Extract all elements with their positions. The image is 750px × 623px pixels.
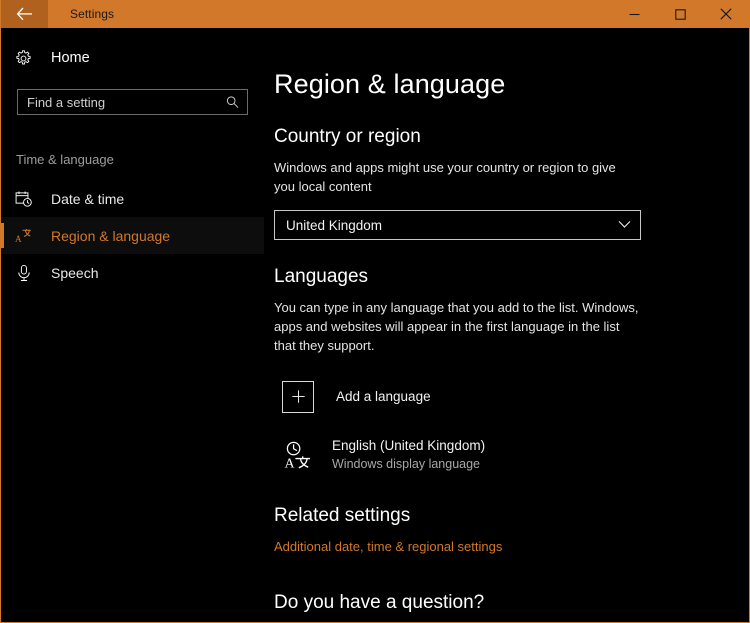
chevron-down-icon — [618, 216, 631, 234]
languages-description: You can type in any language that you ad… — [274, 300, 639, 354]
page-title: Region & language — [274, 69, 506, 99]
main-content: Region & language Country or region Wind… — [264, 28, 749, 622]
close-button[interactable] — [703, 0, 749, 28]
sidebar-group-label: Time & language — [16, 152, 114, 167]
sidebar-item-region-language[interactable]: A Region & language — [1, 217, 264, 254]
sidebar-item-region-language-label: Region & language — [51, 227, 171, 244]
list-item[interactable]: A English (United Kingdom) Windows displ… — [274, 435, 644, 475]
sidebar-item-home-label: Home — [51, 50, 90, 66]
sidebar-item-home[interactable]: Home — [1, 41, 264, 75]
additional-settings-link[interactable]: Additional date, time & regional setting… — [274, 539, 502, 554]
search-icon — [226, 96, 239, 109]
sidebar-item-date-time[interactable]: Date & time — [1, 180, 264, 217]
sidebar-nav-list: Date & time A Region & language Speech — [1, 180, 264, 291]
minimize-button[interactable] — [611, 0, 657, 28]
languages-heading: Languages — [274, 266, 369, 288]
microphone-icon — [15, 264, 45, 282]
country-region-dropdown[interactable]: United Kingdom — [274, 210, 641, 241]
search-input[interactable] — [18, 90, 247, 114]
window-body: Home Time & language — [1, 28, 749, 622]
window-controls — [611, 0, 749, 28]
search-container — [1, 75, 264, 115]
sidebar-item-date-time-label: Date & time — [51, 190, 125, 207]
sidebar-item-speech[interactable]: Speech — [1, 254, 264, 291]
settings-window: Settings Home Find a setting Time & lang… — [0, 0, 750, 623]
language-status: Windows display language — [332, 456, 481, 471]
gear-icon — [15, 49, 45, 67]
svg-text:A: A — [15, 233, 22, 243]
calendar-clock-icon — [15, 190, 45, 208]
question-heading: Do you have a question? — [274, 592, 485, 614]
language-icon: A — [281, 438, 315, 472]
country-region-selected-value: United Kingdom — [286, 217, 383, 233]
language-item-text: English (United Kingdom) Windows display… — [315, 438, 485, 472]
sidebar: Home Time & language — [1, 28, 264, 622]
title-bar: Settings — [1, 0, 749, 28]
add-language-label: Add a language — [336, 389, 431, 405]
maximize-button[interactable] — [657, 0, 703, 28]
add-language-button[interactable]: Add a language — [274, 378, 644, 416]
language-icon: A — [15, 227, 45, 245]
country-heading: Country or region — [274, 125, 421, 147]
window-title: Settings — [70, 7, 115, 21]
back-button[interactable] — [1, 0, 48, 28]
plus-icon — [282, 380, 314, 413]
back-arrow-icon — [16, 7, 33, 21]
country-description: Windows and apps might use your country … — [274, 159, 616, 194]
sidebar-item-speech-label: Speech — [51, 264, 99, 281]
svg-text:A: A — [285, 456, 296, 470]
language-name: English (United Kingdom) — [332, 437, 486, 453]
related-settings-heading: Related settings — [274, 505, 411, 527]
search-box[interactable] — [17, 89, 248, 115]
